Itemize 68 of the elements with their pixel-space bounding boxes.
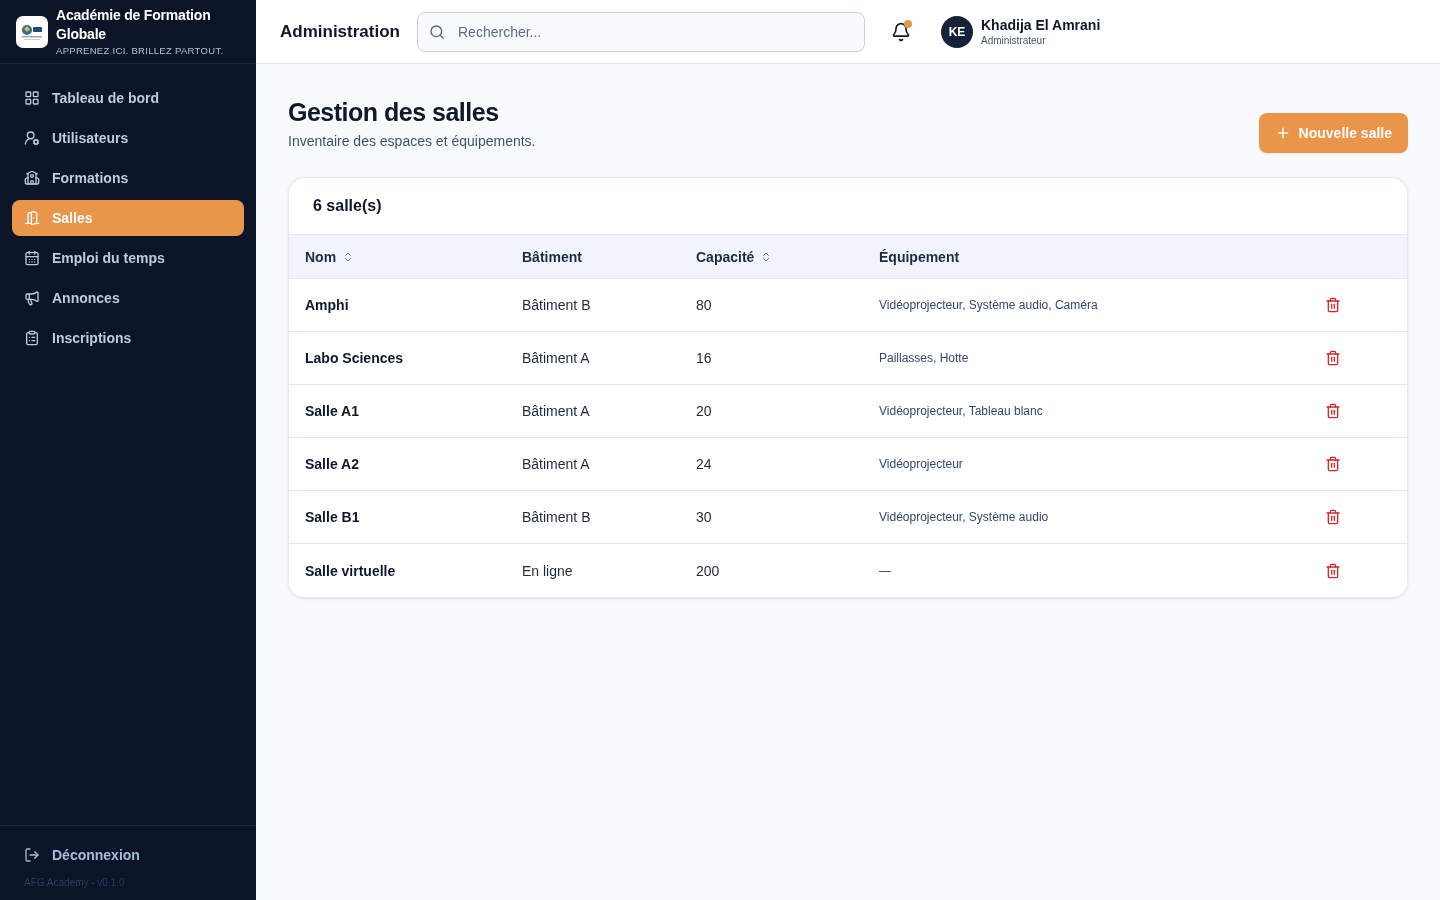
school-building-icon [24,170,40,186]
page-title: Gestion des salles [288,98,499,127]
sidebar-nav-item[interactable]: Utilisateurs [12,120,244,156]
column-header: Équipement [879,248,960,265]
equipment-cell: Vidéoprojecteur, Tableau blanc [879,404,1043,418]
bell-icon [891,21,911,42]
building-cell: Bâtiment B [522,297,591,313]
trash-icon [1325,297,1341,313]
trash-icon [1325,562,1341,579]
search-field[interactable]: Rechercher... [417,11,865,52]
brand-name: Académie de Formation Globale [56,6,212,44]
user-role: Administrateur [981,34,1046,47]
room-name-cell: Salle virtuelle [305,562,396,579]
building-cell: Bâtiment A [522,456,590,472]
calendar-icon [24,250,40,266]
column-header: Bâtiment [522,248,582,265]
building-cell: En ligne [522,562,573,579]
column-header: Nom [305,248,337,265]
door-icon [24,210,40,226]
sidebar-nav-item[interactable]: Formations [12,160,244,196]
brand-tagline: APPRENEZ ICI. BRILLEZ PARTOUT. [56,44,224,57]
sidebar-nav-item[interactable]: Tableau de bord [12,80,244,116]
room-name-cell: Salle A1 [305,403,359,419]
equipment-cell: Vidéoprojecteur, Système audio, Caméra [879,298,1098,312]
capacity-cell: 24 [696,456,712,472]
trash-icon [1325,509,1341,525]
building-cell: Bâtiment A [522,350,590,366]
room-name-cell: Amphi [305,297,349,313]
equipment-cell: Vidéoprojecteur [879,457,963,471]
column-header: Capacité [696,248,755,265]
delete-button[interactable] [1325,403,1341,419]
user-avatar: KE [941,15,973,48]
sidebar-nav-item[interactable]: Annonces [12,280,244,316]
equipment-cell: Vidéoprojecteur, Système audio [879,510,1049,524]
room-name-cell: Salle A2 [305,456,359,472]
room-name-cell: Salle B1 [305,509,360,525]
sidebar-nav-item[interactable]: Inscriptions [12,320,244,356]
equipment-cell: Paillasses, Hotte [879,351,969,365]
delete-button[interactable] [1325,456,1341,472]
capacity-cell: 200 [696,562,720,579]
equipment-cell: — [879,563,891,578]
capacity-cell: 16 [696,350,712,366]
delete-button[interactable] [1325,297,1341,313]
logout-icon [24,847,40,863]
search-icon [429,23,445,40]
megaphone-icon [24,290,40,306]
grid-icon [24,90,40,106]
delete-button[interactable] [1325,350,1341,366]
building-cell: Bâtiment B [522,509,591,525]
user-icon [24,130,40,146]
building-cell: Bâtiment A [522,403,590,419]
capacity-cell: 20 [696,403,712,419]
trash-icon [1325,350,1341,366]
capacity-cell: 80 [696,297,712,313]
logout-link[interactable]: Déconnexion [12,842,152,868]
trash-icon [1325,403,1341,419]
header-title: Administration [280,21,397,42]
delete-button[interactable] [1325,562,1341,579]
capacity-cell: 30 [696,509,712,525]
trash-icon [1325,456,1341,472]
sidebar-nav-item[interactable]: Emploi du temps [12,240,244,276]
academy-logo-icon [16,15,48,48]
delete-button[interactable] [1325,509,1341,525]
room-count: 6 salle(s) [313,197,382,215]
page-subtitle: Inventaire des espaces et équipements. [288,133,536,149]
user-name: Khadija El Amrani [981,16,1101,34]
clipboard-icon [24,330,40,346]
room-name-cell: Labo Sciences [305,350,404,366]
